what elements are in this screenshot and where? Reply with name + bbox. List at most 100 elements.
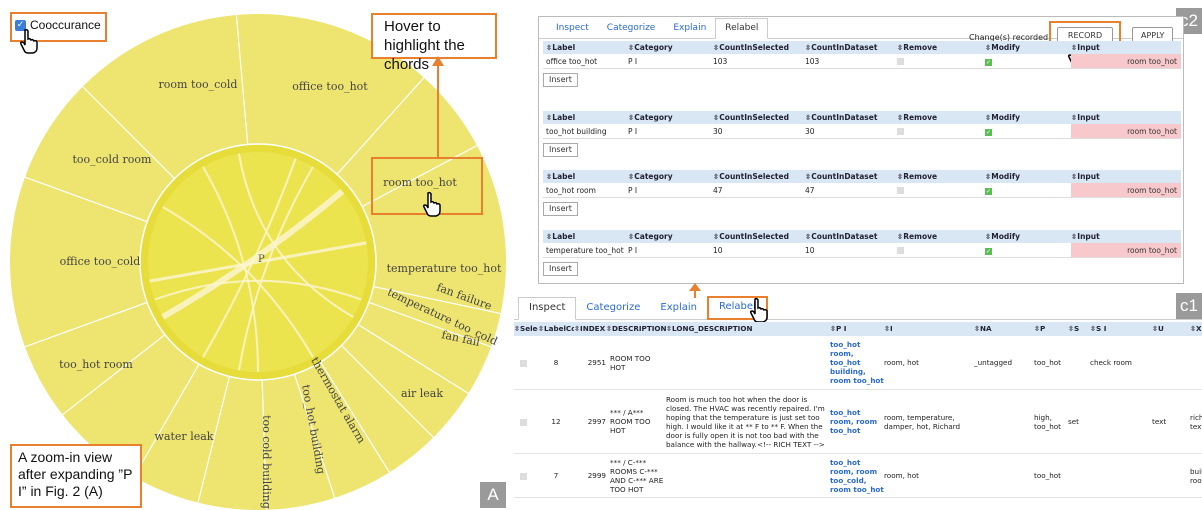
select-checkbox[interactable] [520,473,527,480]
pointer-hand-icon [749,297,768,323]
p-cell: too_hot [1034,471,1061,480]
data-tab-bar: Inspect Categorize Explain Relabel [514,296,1202,320]
modify-checkbox[interactable]: ✓ [985,129,992,136]
relabel-input[interactable]: room too_hot [1071,243,1181,257]
select-checkbox[interactable] [520,360,527,367]
column-header[interactable]: ⇳Modify [985,230,1071,243]
column-header[interactable]: ⇳X [1190,322,1202,336]
column-header[interactable]: ⇳Category [628,170,713,183]
insert-button[interactable]: Insert [543,202,578,216]
remove-checkbox[interactable] [897,247,904,254]
column-header[interactable]: ⇳P I [830,322,884,336]
relabel-input[interactable]: room too_hot [1071,183,1181,197]
x-cell: richard text [1190,412,1202,431]
column-header[interactable]: ⇳Category [628,41,713,54]
column-header[interactable]: ⇳CountInSelected [713,230,805,243]
column-header[interactable]: ⇳S [1068,322,1090,336]
modify-checkbox[interactable]: ✓ [985,188,992,195]
column-header[interactable]: ⇳CountInDataset [805,170,897,183]
x-cell: building room [1190,466,1202,485]
index-cell: 2951 [587,358,606,367]
insert-button[interactable]: Insert [543,143,578,157]
pointer-hand-icon [19,28,38,54]
modify-checkbox[interactable]: ✓ [985,248,992,255]
column-header[interactable]: ⇳Modify [985,41,1071,54]
column-header[interactable]: ⇳Remove [897,111,985,124]
tab-categorize[interactable]: Categorize [576,302,650,319]
relabel-table: ⇳Label ⇳Category ⇳CountInSelected ⇳CountInD… [543,230,1181,258]
table-row[interactable]: 7 2999 *** / C-*** ROOMS C-*** AND C-*** A… [514,454,1202,498]
insert-button[interactable]: Insert [543,73,578,87]
column-header[interactable]: ⇳Input [1071,170,1181,183]
column-header[interactable]: ⇳CountInSelected [713,111,805,124]
column-header[interactable]: ⇳P [1034,322,1068,336]
column-header[interactable]: ⇳Remove [897,41,985,54]
arrow-head-icon [689,283,701,291]
column-header[interactable]: ⇳CountInDataset [805,111,897,124]
remove-checkbox[interactable] [897,58,904,65]
column-header[interactable]: ⇳Modify [985,170,1071,183]
table-cell: P I [628,57,638,66]
modify-checkbox[interactable]: ✓ [985,59,992,66]
remove-cell [897,183,985,197]
table-header: ⇳Label ⇳Category ⇳CountInSelected ⇳CountInD… [543,230,1181,243]
hover-callout: Hover to highlight the chords [371,13,497,73]
column-header[interactable]: ⇳DESCRIPTION [606,322,666,336]
column-header[interactable]: ⇳CountInDataset [805,41,897,54]
description-cell: *** / C-*** ROOMS C-*** AND C-*** ARE TO… [610,457,664,494]
count-cell: 7 [553,471,559,480]
column-header[interactable]: ⇳Input [1071,111,1181,124]
column-header[interactable]: ⇳LabelCount [538,322,574,336]
na-cell: _untagged [974,358,1013,367]
table-row[interactable]: 12 2997 *** / A*** ROOM TOO HOT Room is muc… [514,390,1202,454]
column-header[interactable]: ⇳Remove [897,230,985,243]
modify-cell: ✓ [985,183,1071,197]
table-row: too_hot building P I 30 30 ✓ room too_hot [543,124,1181,139]
column-header[interactable]: ⇳Remove [897,170,985,183]
column-header[interactable]: ⇳Input [1071,41,1181,54]
p-cell: too_hot [1034,358,1061,367]
segment-label: water leak [155,430,214,443]
tab-explain[interactable]: Explain [650,302,707,319]
table-cell: 10 [713,246,723,255]
column-header[interactable]: ⇳Category [628,230,713,243]
column-header[interactable]: ⇳LONG_DESCRIPTION [666,322,830,336]
column-header[interactable]: ⇳CountInDataset [805,230,897,243]
table-cell: temperature too_hot [546,246,624,255]
column-header[interactable]: ⇳Category [628,111,713,124]
relabel-input[interactable]: room too_hot [1071,54,1181,68]
tab-inspect[interactable]: Inspect [518,297,577,320]
tab-inspect[interactable]: Inspect [547,23,598,38]
column-header[interactable]: ⇳Modify [985,111,1071,124]
data-table: ⇳Select⇳LabelCount⇳INDEX⇳DESCRIPTION⇳LON… [514,322,1202,498]
column-header[interactable]: ⇳Input [1071,230,1181,243]
relabel-table: ⇳Label ⇳Category ⇳CountInSelected ⇳CountInD… [543,41,1181,69]
column-header[interactable]: ⇳Select [514,322,538,336]
chord-diagram[interactable]: room too_cold office too_hot too_cold room… [0,0,510,510]
column-header[interactable]: ⇳S I [1090,322,1152,336]
column-header[interactable]: ⇳I [884,322,974,336]
column-header[interactable]: ⇳NA [974,322,1034,336]
tab-relabel[interactable]: Relabel [715,18,769,39]
column-header[interactable]: ⇳Label [543,111,628,124]
column-header[interactable]: ⇳Label [543,230,628,243]
relabel-input[interactable]: room too_hot [1071,124,1181,138]
tab-explain[interactable]: Explain [664,23,715,38]
tab-categorize[interactable]: Categorize [598,23,665,38]
s-cell: set [1068,417,1079,426]
column-header[interactable]: ⇳CountInSelected [713,41,805,54]
column-header[interactable]: ⇳Label [543,41,628,54]
column-header[interactable]: ⇳INDEX [574,322,606,336]
select-cell [514,415,538,428]
column-header[interactable]: ⇳U [1152,322,1190,336]
remove-checkbox[interactable] [897,187,904,194]
u-cell: text [1152,417,1167,426]
segment-label: office too_hot [292,80,368,93]
insert-button[interactable]: Insert [543,262,578,276]
select-checkbox[interactable] [520,419,527,426]
column-header[interactable]: ⇳Label [543,170,628,183]
column-header[interactable]: ⇳CountInSelected [713,170,805,183]
remove-checkbox[interactable] [897,128,904,135]
table-row[interactable]: 8 2951 ROOM TOO HOT too_hot room, too_hot b… [514,336,1202,390]
zoom-callout: A zoom-in view after expanding ”P I” in … [10,444,142,508]
